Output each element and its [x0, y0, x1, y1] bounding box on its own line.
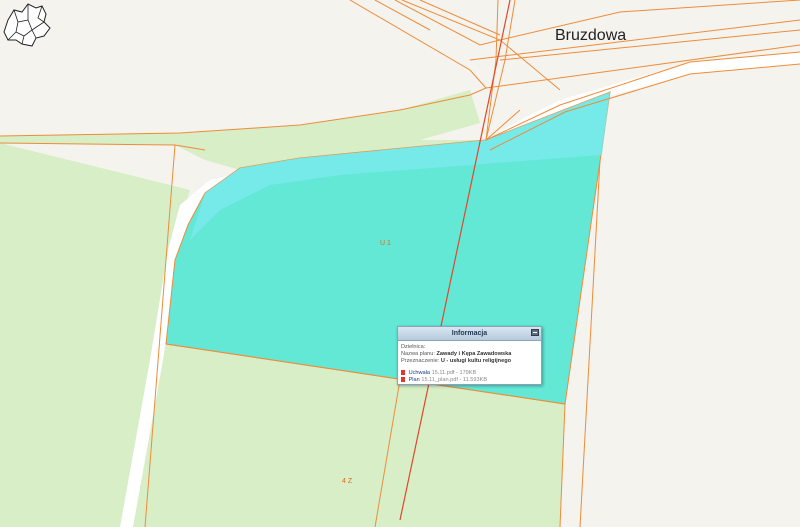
plan-doc-row: Plan 15.11_plan.pdf - 11.593KB	[401, 377, 538, 384]
popup-header: Informacja	[398, 327, 541, 341]
plot-code-label: U 1	[380, 240, 391, 247]
purpose-value: U - usługi kultu religijnego	[440, 358, 512, 364]
street-label: Bruzdowa	[555, 27, 627, 44]
resolution-row: Uchwała 15.11.pdf - 179KB	[401, 370, 538, 377]
purpose-label: Przeznaczenie:	[401, 358, 440, 364]
map-layer	[0, 0, 800, 527]
district-label: Dzielnica:	[401, 344, 426, 350]
popup-body: Dzielnica: Nazwa planu: Zawady i Kępa Za…	[398, 341, 541, 384]
plot-code-label: 4 Z	[342, 478, 353, 485]
popup-title: Informacja	[451, 330, 488, 337]
district-map-icon[interactable]	[0, 0, 52, 48]
minimize-icon[interactable]	[531, 329, 539, 336]
pdf-icon	[401, 377, 405, 383]
resolution-link[interactable]: Uchwała	[409, 370, 430, 376]
plan-doc-file: 15.11_plan.pdf - 11.593KB	[421, 377, 488, 383]
district-row: Dzielnica:	[401, 344, 538, 351]
plan-name-row: Nazwa planu: Zawady i Kępa Zawadowska	[401, 351, 538, 358]
pdf-icon	[401, 370, 405, 376]
map-canvas[interactable]: Bruzdowa U 1 4 Z Informacja Dzielnica: N…	[0, 0, 800, 527]
purpose-row: Przeznaczenie: U - usługi kultu religijn…	[401, 358, 538, 365]
resolution-file: 15.11.pdf - 179KB	[431, 370, 477, 376]
plan-doc-link[interactable]: Plan	[409, 377, 420, 383]
info-popup[interactable]: Informacja Dzielnica: Nazwa planu: Zawad…	[397, 326, 542, 385]
plan-name-value: Zawady i Kępa Zawadowska	[436, 351, 512, 357]
plan-name-label: Nazwa planu:	[401, 351, 435, 357]
